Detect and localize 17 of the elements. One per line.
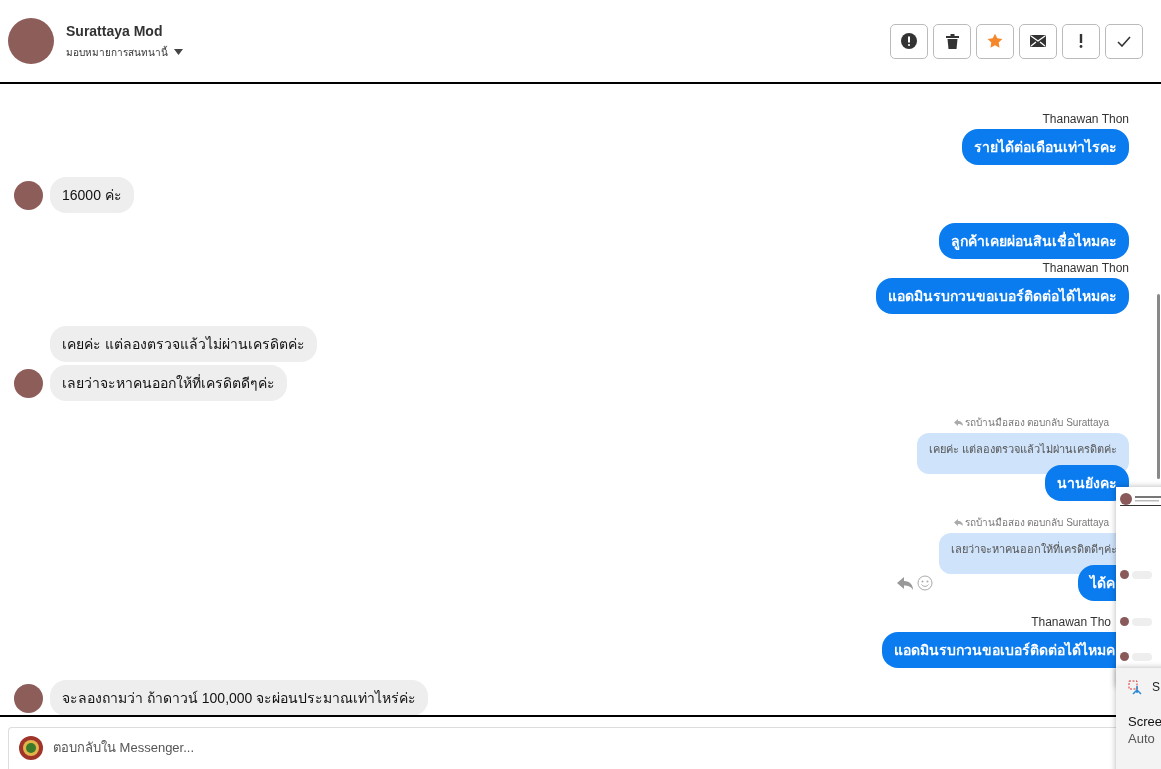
incoming-message: เลยว่าจะหาคนออกให้ที่เครดิตดีๆค่ะ	[50, 365, 287, 401]
incoming-message: 16000 ค่ะ	[50, 177, 134, 213]
sender-name: Thanawan Thon	[1042, 261, 1129, 275]
outgoing-message: แอดมินรบกวนขอเบอร์ติดต่อได้ไหมคะ	[876, 278, 1129, 314]
contact-name: Surattaya Mod	[66, 22, 164, 39]
incoming-message: จะลองถามว่า ถ้าดาวน์ 100,000 จะผ่อนประมาณเท่าไหร่ค่ะ	[50, 680, 429, 715]
quoted-message: เคยค่ะ แต่ลองตรวจแล้วไม่ผ่านเครดิตค่ะ	[916, 433, 1129, 474]
sender-name: Thanawan Tho	[1031, 615, 1111, 629]
reply-note-text: รถบ้านมือสอง ตอบกลับ Surattaya	[964, 416, 1109, 430]
outgoing-message: ลูกค้าเคยผ่อนสินเชื่อไหมคะ	[939, 223, 1129, 259]
notification-title: Scree	[1128, 714, 1161, 731]
outgoing-message: นานยังคะ	[1045, 465, 1129, 501]
reply-note-text: รถบ้านมือสอง ตอบกลับ Surattaya	[964, 516, 1109, 530]
outgoing-message: รายได้ต่อเดือนเท่าไรคะ	[962, 129, 1129, 165]
sender-name: Thanawan Thon	[1042, 112, 1129, 126]
notification-app-name: S	[1152, 680, 1160, 696]
incoming-message: เคยค่ะ แต่ลองตรวจแล้วไม่ผ่านเครดิตค่ะ	[50, 326, 317, 362]
